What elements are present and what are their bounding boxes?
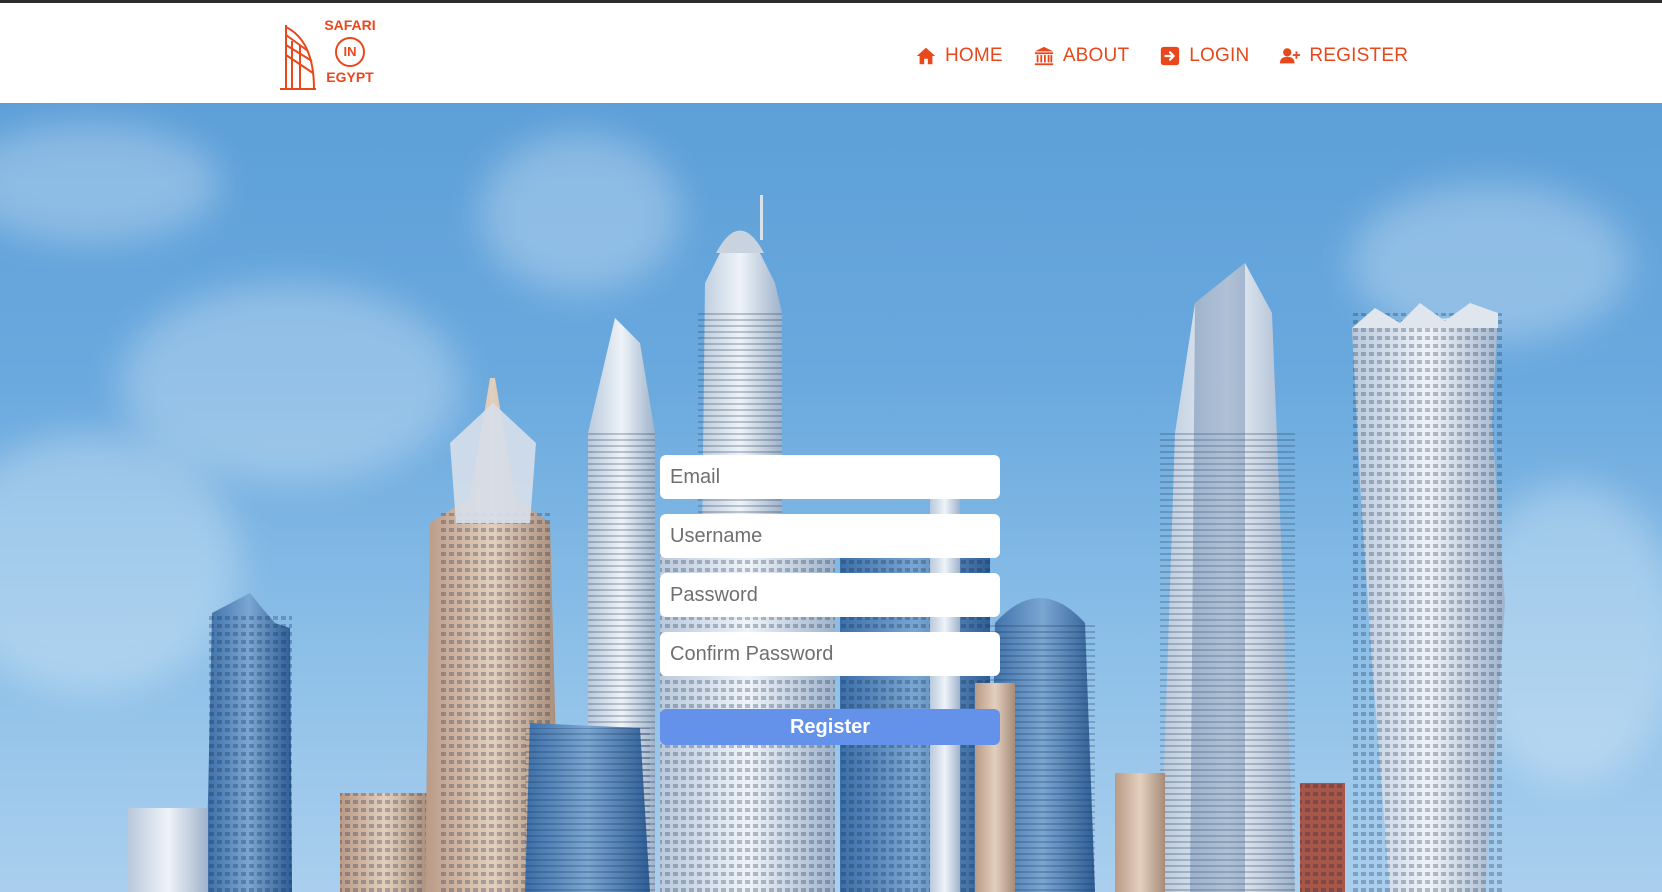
username-field[interactable] <box>660 514 1000 558</box>
logo-wordmark: SAFARI IN EGYPT <box>322 17 378 85</box>
nav-menu: HOME ABOUT LOGIN REGISTER <box>915 41 1408 71</box>
hero-background: Register <box>0 103 1662 892</box>
nav-register-label: REGISTER <box>1309 45 1409 66</box>
nav-home[interactable]: HOME <box>915 45 1003 67</box>
email-field[interactable] <box>660 455 1000 499</box>
logo-text-egypt: EGYPT <box>326 69 374 85</box>
confirm-password-field[interactable] <box>660 632 1000 676</box>
nav-home-label: HOME <box>945 45 1003 66</box>
logo-text-in: IN <box>335 37 365 67</box>
site-logo[interactable]: SAFARI IN EGYPT <box>278 17 378 97</box>
login-icon <box>1161 46 1180 66</box>
user-plus-icon <box>1280 48 1301 64</box>
password-field[interactable] <box>660 573 1000 617</box>
nav-about[interactable]: ABOUT <box>1033 45 1129 67</box>
register-form: Register <box>660 455 1000 745</box>
nav-register[interactable]: REGISTER <box>1279 45 1408 67</box>
register-button[interactable]: Register <box>660 709 1000 745</box>
nav-about-label: ABOUT <box>1062 45 1130 66</box>
museum-icon <box>1034 46 1053 66</box>
nav-login-label: LOGIN <box>1189 45 1250 66</box>
navbar: SAFARI IN EGYPT HOME ABOUT LOGIN REGISTE… <box>0 3 1662 103</box>
nav-login[interactable]: LOGIN <box>1159 45 1249 67</box>
logo-text-safari: SAFARI <box>324 17 376 33</box>
home-icon <box>916 47 936 65</box>
burj-al-arab-icon <box>280 25 316 90</box>
